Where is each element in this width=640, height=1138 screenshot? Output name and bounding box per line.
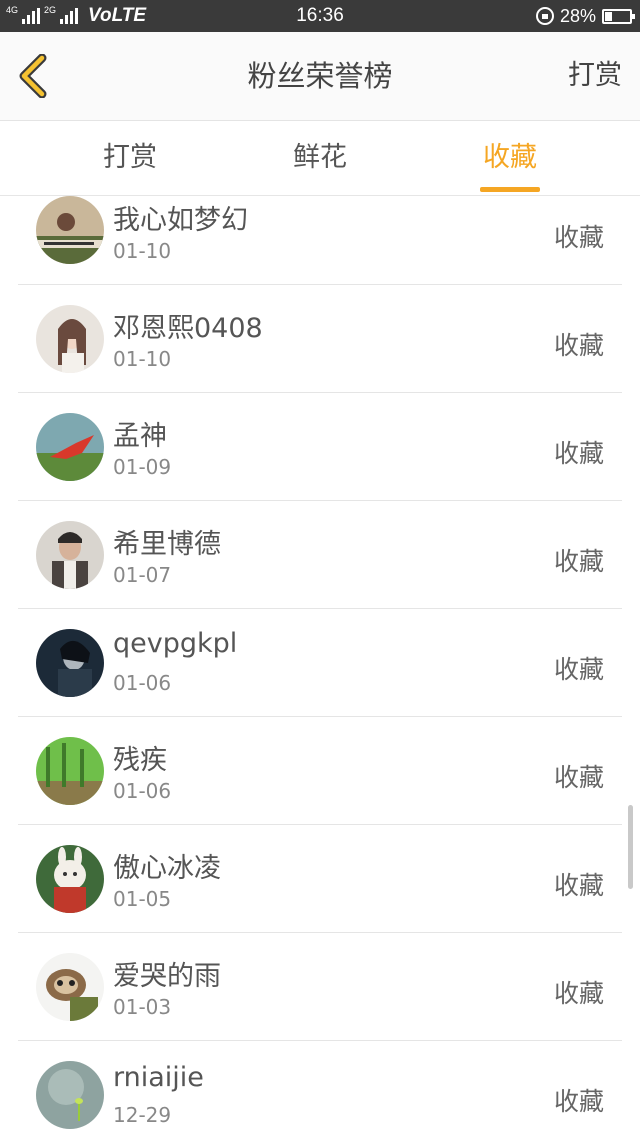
list-date: 01-06 bbox=[113, 779, 172, 803]
list-date: 01-06 bbox=[113, 671, 172, 695]
avatar bbox=[36, 305, 104, 373]
tab-favorites[interactable]: 收藏 bbox=[450, 121, 570, 195]
list-date: 01-09 bbox=[113, 455, 172, 479]
list-item[interactable]: 孟神 01-09 收藏 bbox=[18, 392, 622, 501]
list-action-label: 收藏 bbox=[553, 223, 604, 252]
list-date: 01-10 bbox=[113, 239, 172, 263]
list-date: 01-07 bbox=[113, 563, 172, 587]
list-item[interactable]: 爱哭的雨 01-03 收藏 bbox=[18, 932, 622, 1041]
user-name: rniaijie bbox=[113, 1062, 204, 1093]
scrollbar[interactable] bbox=[628, 805, 633, 889]
list-item[interactable]: 残疾 01-06 收藏 bbox=[18, 716, 622, 825]
fan-list: 我心如梦幻 01-10 收藏 邓恩熙0408 01-10 收藏 孟神 01-09… bbox=[0, 196, 640, 1138]
list-item[interactable]: 希里博德 01-07 收藏 bbox=[18, 500, 622, 609]
list-item[interactable]: 傲心冰凌 01-05 收藏 bbox=[18, 824, 622, 933]
user-name: 邓恩熙0408 bbox=[113, 313, 263, 344]
user-name: 孟神 bbox=[113, 421, 167, 452]
status-bar: 4G 2G VoLTE 16:36 28% bbox=[0, 0, 640, 32]
list-date: 01-10 bbox=[113, 347, 172, 371]
user-name: 傲心冰凌 bbox=[113, 853, 221, 884]
list-date: 01-05 bbox=[113, 887, 172, 911]
list-date: 12-29 bbox=[113, 1103, 172, 1127]
list-action-label: 收藏 bbox=[553, 871, 604, 900]
avatar bbox=[36, 196, 104, 264]
list-action-label: 收藏 bbox=[553, 439, 604, 468]
battery-percent: 28% bbox=[559, 5, 596, 26]
tab-bar: 打赏 鲜花 收藏 bbox=[0, 121, 640, 196]
list-action-label: 收藏 bbox=[553, 547, 604, 576]
list-action-label: 收藏 bbox=[553, 331, 604, 360]
app-header: 粉丝荣誉榜 打赏 bbox=[0, 32, 640, 121]
tab-tip[interactable]: 打赏 bbox=[70, 121, 190, 195]
tip-button[interactable]: 打赏 bbox=[568, 32, 622, 120]
tab-flowers[interactable]: 鲜花 bbox=[260, 121, 380, 195]
battery-icon bbox=[602, 8, 635, 24]
active-tab-indicator bbox=[480, 187, 540, 192]
avatar bbox=[36, 629, 104, 697]
user-name: 残疾 bbox=[113, 745, 167, 776]
list-action-label: 收藏 bbox=[553, 1087, 604, 1116]
list-action-label: 收藏 bbox=[553, 763, 604, 792]
list-action-label: 收藏 bbox=[553, 655, 604, 684]
list-item[interactable]: rniaijie 12-29 收藏 bbox=[18, 1040, 622, 1138]
rotation-lock-icon bbox=[535, 7, 554, 25]
user-name: qevpgkpl bbox=[113, 628, 238, 659]
avatar bbox=[36, 521, 104, 589]
list-item[interactable]: 邓恩熙0408 01-10 收藏 bbox=[18, 284, 622, 393]
list-date: 01-03 bbox=[113, 995, 172, 1019]
status-right: 28% bbox=[535, 0, 635, 32]
avatar bbox=[36, 413, 104, 481]
list-action-label: 收藏 bbox=[553, 979, 604, 1008]
page-title: 粉丝荣誉榜 bbox=[247, 59, 393, 93]
list-item[interactable]: qevpgkpl 01-06 收藏 bbox=[18, 608, 622, 717]
list-item[interactable]: 我心如梦幻 01-10 收藏 bbox=[18, 196, 622, 285]
user-name: 希里博德 bbox=[113, 529, 221, 560]
avatar bbox=[36, 737, 104, 805]
user-name: 我心如梦幻 bbox=[113, 205, 248, 236]
tab-favorites-label: 收藏 bbox=[483, 142, 537, 173]
avatar bbox=[36, 845, 104, 913]
user-name: 爱哭的雨 bbox=[113, 961, 221, 992]
avatar bbox=[36, 953, 104, 1021]
avatar bbox=[36, 1061, 104, 1129]
